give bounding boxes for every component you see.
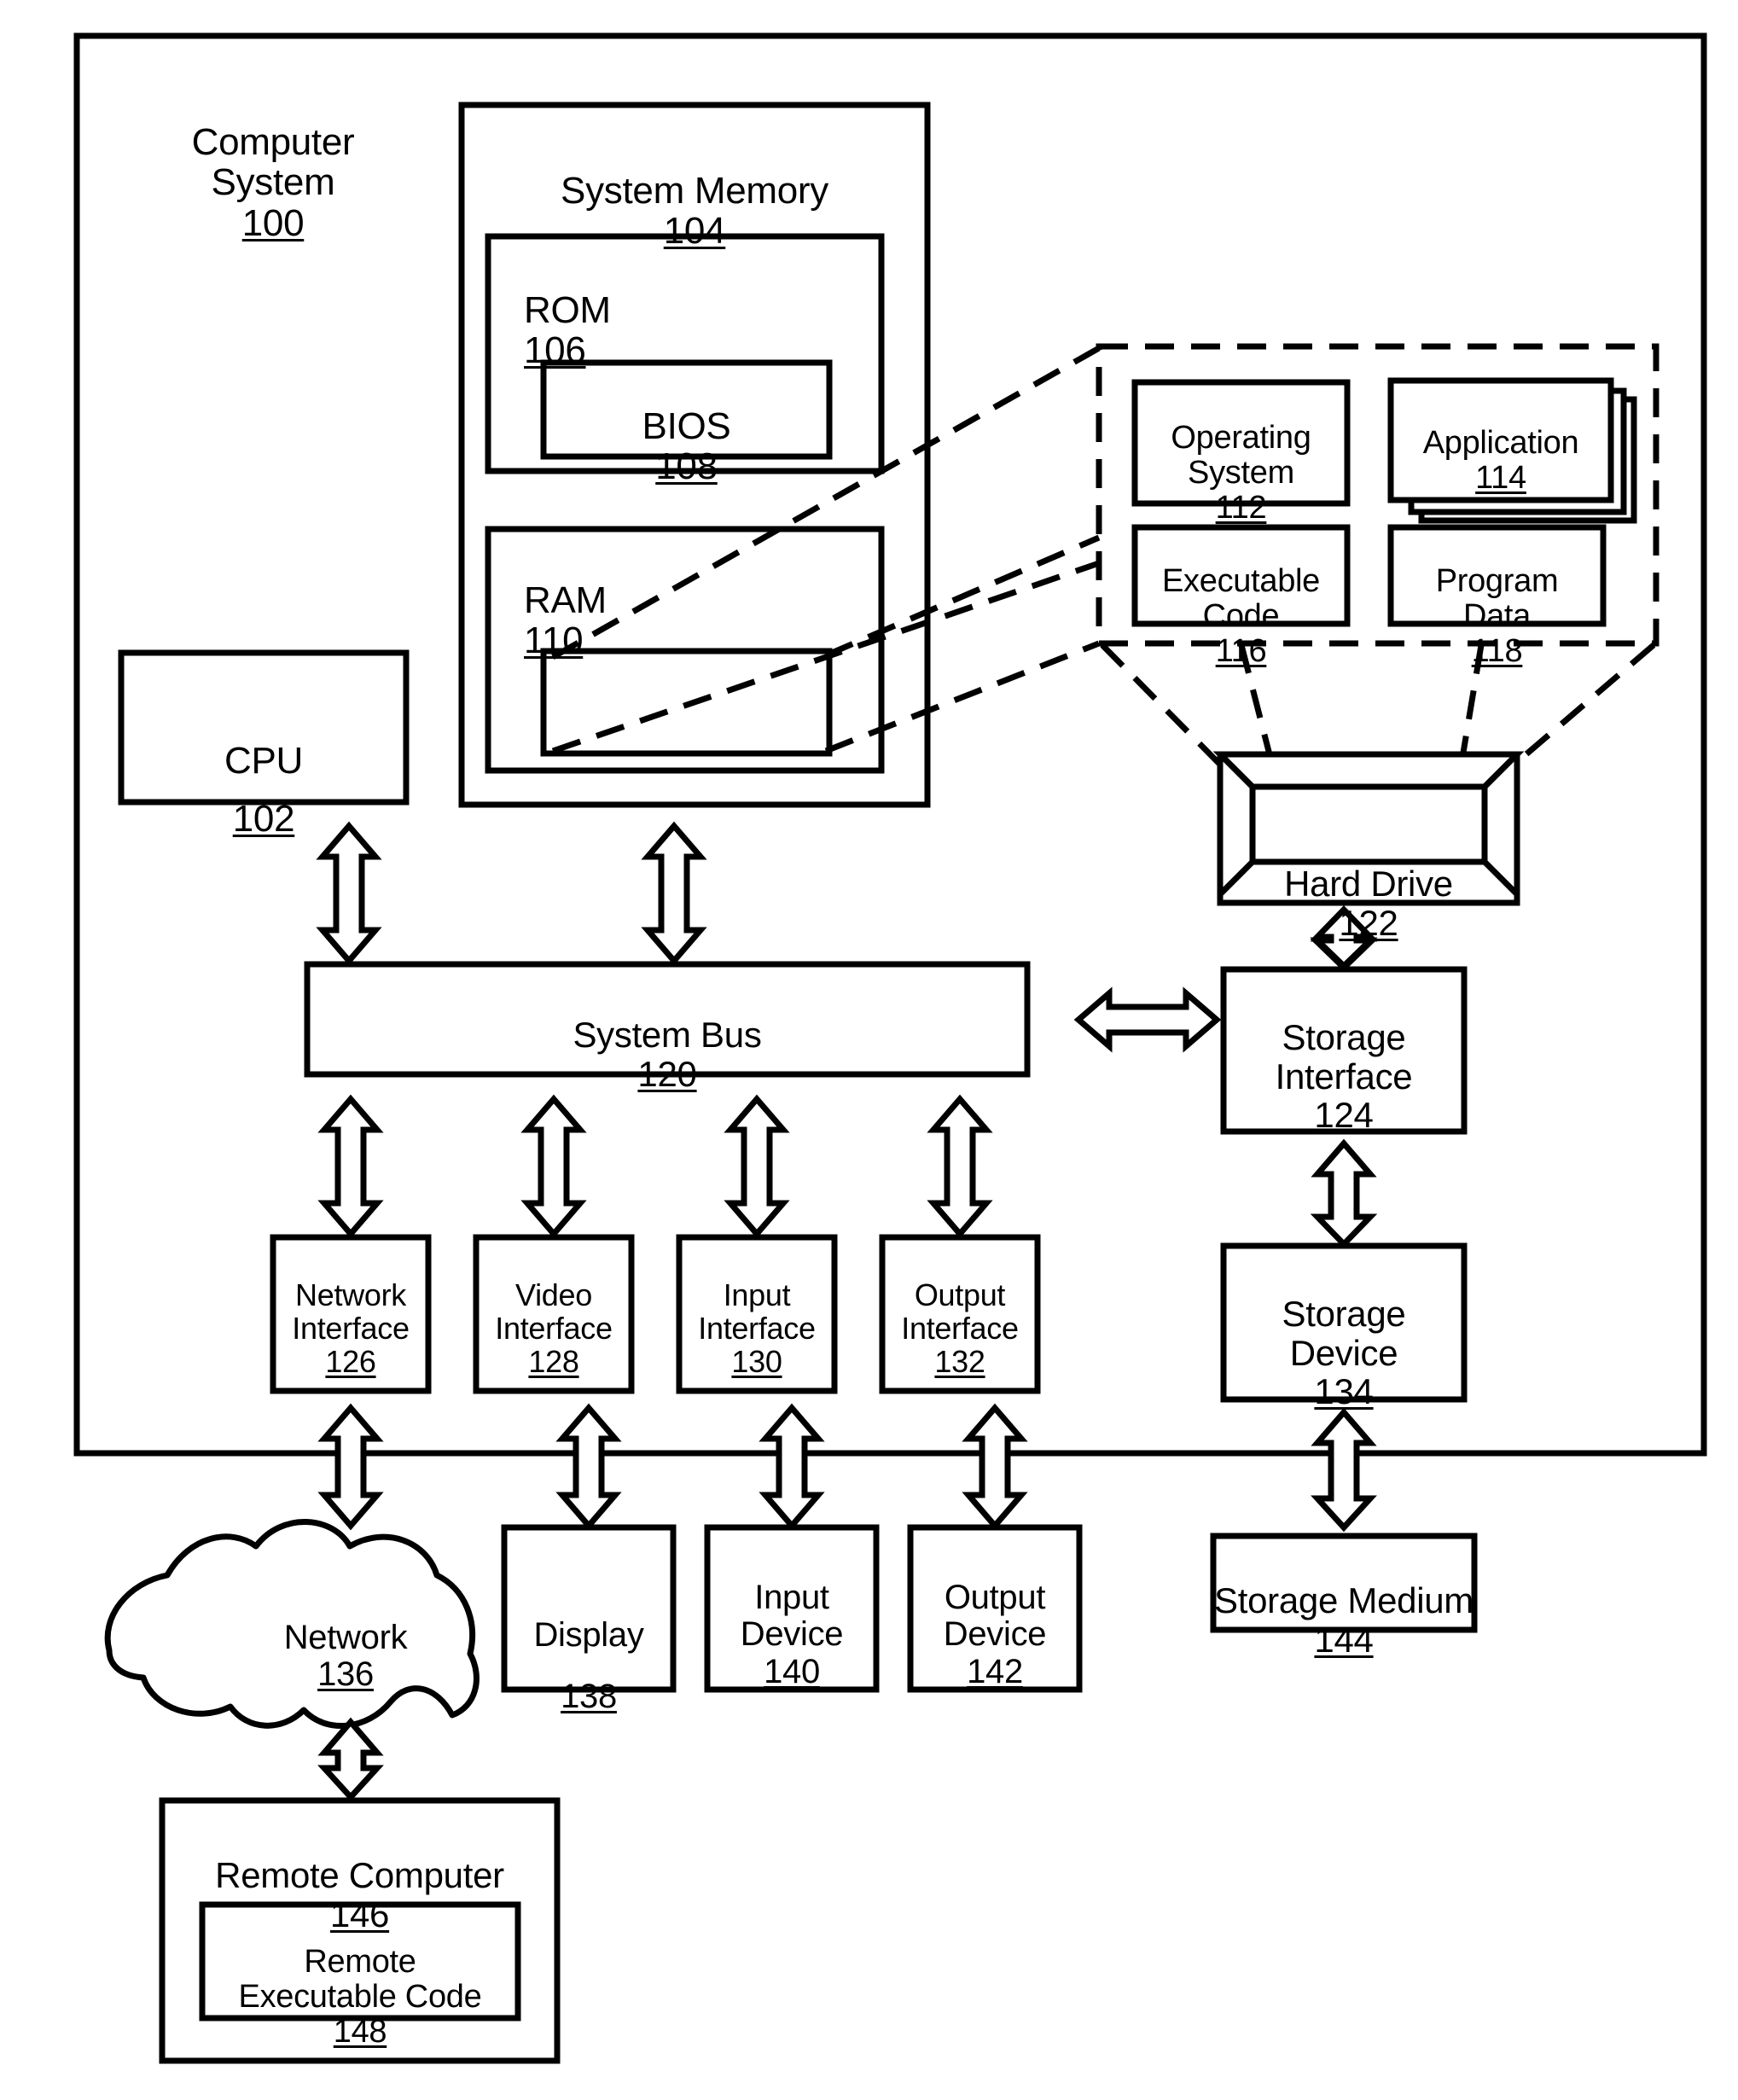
hard-drive-platter-icon	[1212, 751, 1525, 790]
arrow-memory-to-bus	[641, 821, 707, 966]
hard-drive-label: Hard Drive 122	[1284, 864, 1453, 943]
storage-medium-label: Storage Medium 144	[1214, 1580, 1474, 1660]
display-label: Display 138	[533, 1616, 644, 1715]
arrow-network-interface-to-network	[317, 1403, 384, 1531]
video-interface-label: Video Interface 128	[495, 1277, 613, 1379]
cpu-label: CPU 102	[224, 740, 303, 841]
executable-code-label: Executable Code 116	[1161, 563, 1320, 670]
storage-interface-label: Storage Interface 124	[1275, 1017, 1413, 1136]
network-label: Network 136	[283, 1619, 408, 1694]
input-interface-label: Input Interface 130	[698, 1277, 816, 1379]
network-interface-label: Network Interface 126	[292, 1277, 410, 1379]
arrow-input-interface-to-device	[759, 1403, 825, 1531]
arrow-bus-to-storage-interface	[1073, 986, 1222, 1053]
arrow-output-interface-to-device	[962, 1403, 1028, 1531]
application-label: Application 114	[1422, 425, 1579, 497]
output-device-label: Output Device 142	[943, 1579, 1047, 1690]
arrow-video-interface-to-display	[555, 1403, 622, 1531]
system-bus-label: System Bus 120	[573, 1015, 762, 1094]
bios-label: BIOS 108	[642, 404, 731, 488]
remote-executable-code-label: Remote Executable Code 148	[238, 1944, 482, 2051]
output-interface-label: Output Interface 132	[901, 1277, 1019, 1379]
input-device-label: Input Device 140	[740, 1579, 844, 1690]
rom-label: ROM 106	[524, 288, 611, 372]
arrow-network-to-remote-computer	[317, 1717, 384, 1802]
storage-device-label: Storage Device 134	[1282, 1294, 1406, 1412]
ram-label: RAM 110	[524, 579, 607, 662]
computer-system-label: Computer System 100	[191, 120, 355, 244]
figure-canvas: Computer System 100 System Memory 104 RO…	[0, 0, 1738, 2100]
program-data-label: Program Data 118	[1435, 563, 1559, 670]
